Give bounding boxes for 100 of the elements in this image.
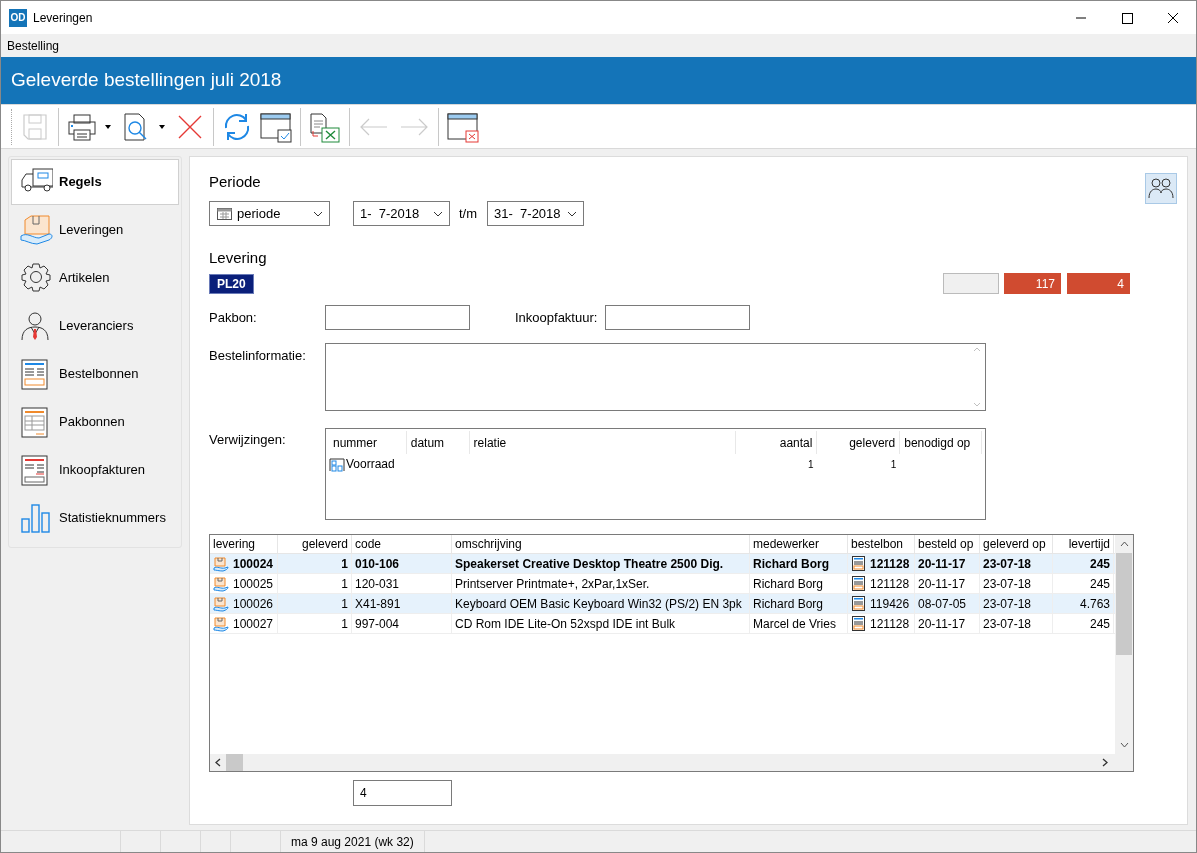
field-label: Bestelinformatie:	[209, 347, 307, 365]
people-icon[interactable]	[1145, 173, 1177, 204]
table-cell-text: Marcel de Vries	[753, 615, 836, 633]
document-icon	[851, 595, 866, 612]
document-icon	[851, 575, 866, 592]
table-cell-text: 121128	[870, 555, 910, 573]
table-cell-text: 121128	[870, 615, 910, 633]
table-cell-text: 1	[341, 555, 348, 573]
field-label: Verwijzingen:	[209, 431, 287, 449]
column-header[interactable]: bestelbon	[848, 535, 915, 553]
table-row[interactable]: 100024 1 010-106 Speakerset Creative Desktop Theatre 2500 Dig. Richard Borg 121128 20-11-17 23-07-18 245	[210, 554, 1115, 574]
package-hand-icon	[19, 214, 53, 246]
field-label: Pakbon:	[209, 308, 258, 327]
window-check-icon[interactable]	[259, 110, 293, 143]
column-header[interactable]: benodigd op	[900, 431, 982, 454]
sidebar-item[interactable]: Bestelbonnen	[11, 351, 179, 397]
column-header[interactable]: datum	[406, 431, 470, 454]
table-cell-text: 1	[341, 575, 348, 593]
status-date: ma 9 aug 2021 (wk 32)	[281, 831, 425, 852]
table-cell-text: 23-07-18	[983, 555, 1032, 573]
table-cell-text: 997-004	[355, 615, 400, 633]
table-cell-text: 4.763	[1079, 595, 1110, 613]
table-cell-text: 08-07-05	[918, 595, 967, 613]
gear-icon	[19, 262, 53, 294]
table-cell-text: 23-07-18	[983, 575, 1032, 593]
table-row[interactable]: 100026 1 X41-891 Keyboard OEM Basic Keyboard Win32 (PS/2) EN 3pk Richard Borg 119426 08-07-05 23-07-18 4.763	[210, 594, 1115, 614]
delivery-icon	[213, 575, 229, 592]
sidebar-item[interactable]: Artikelen	[11, 255, 179, 301]
table-cell-text: 119426	[870, 595, 910, 613]
table-cell-text: 1	[341, 615, 348, 633]
chevron-down-icon	[433, 210, 443, 217]
table-cell-text: 1	[341, 595, 348, 613]
column-header[interactable]: geleverd	[817, 431, 901, 454]
column-header[interactable]: code	[352, 535, 452, 553]
table-cell-text: 245	[1089, 555, 1110, 573]
delivery-code-badge: PL20	[209, 273, 254, 294]
table-cell-text: Voorraad	[346, 456, 395, 473]
sidebar-item[interactable]: Regels	[11, 159, 179, 205]
dropdown[interactable]: 1- 7-2018	[353, 201, 450, 226]
column-header[interactable]: medewerker	[750, 535, 848, 553]
sidebar-item[interactable]: Inkoopfakturen	[11, 447, 179, 493]
table-cell-text: 1	[890, 457, 897, 472]
total-field[interactable]: 4	[353, 780, 452, 806]
section-heading: Periode	[209, 172, 262, 192]
table-cell-text: 23-07-18	[983, 595, 1032, 613]
table-cell-text: 245	[1089, 615, 1110, 633]
document-icon	[851, 615, 866, 632]
table-cell-text: 20-11-17	[918, 555, 966, 573]
counter-badge: 4	[1067, 273, 1130, 294]
column-header[interactable]: aantal	[735, 431, 818, 454]
table-cell-text: 100024	[233, 555, 274, 573]
table-cell-text: 100025	[233, 575, 274, 593]
delivery-icon	[213, 615, 229, 632]
column-header[interactable]: nummer	[329, 431, 407, 454]
scroll-thumb[interactable]	[1116, 553, 1132, 655]
table-cell-text: Richard Borg	[753, 595, 824, 613]
table-cell-text: Speakerset Creative Desktop Theatre 2500 Dig.	[455, 555, 724, 573]
column-header[interactable]: geleverd op	[980, 535, 1053, 553]
scroll-thumb[interactable]	[226, 754, 243, 771]
vertical-scrollbar[interactable]	[1115, 535, 1133, 754]
chevron-down-icon	[313, 210, 323, 217]
column-header[interactable]: levertijd	[1053, 535, 1114, 553]
delivery-icon	[213, 595, 229, 612]
table-cell-text: 120-031	[355, 575, 400, 593]
bar-chart-icon	[19, 502, 53, 534]
table-row[interactable]: 100027 1 997-004 CD Rom IDE Lite-On 52xspd IDE int Bulk Marcel de Vries 121128 20-11-17 23-07-18 245	[210, 614, 1115, 634]
input-field[interactable]	[325, 305, 470, 330]
range-separator: t/m	[459, 204, 478, 223]
dropdown[interactable]: periode	[209, 201, 330, 226]
table-cell-text: 100026	[233, 595, 274, 613]
export-excel-icon[interactable]	[308, 110, 342, 143]
app-logo: OD	[9, 8, 27, 27]
table-cell-text: Richard Borg	[753, 555, 829, 573]
close-window-icon[interactable]	[446, 110, 480, 143]
table-cell-text: 121128	[870, 575, 910, 593]
column-header[interactable]: besteld op	[915, 535, 980, 553]
sidebar-item[interactable]: Statistieknummers	[11, 495, 179, 541]
table-cell-text: 010-106	[355, 555, 400, 573]
horizontal-scrollbar[interactable]	[210, 754, 1133, 771]
section-heading: Levering	[209, 248, 268, 268]
table-cell-text: 20-11-17	[918, 575, 966, 593]
table-row[interactable]: 100025 1 120-031 Printserver Printmate+, 2xPar,1xSer. Richard Borg 121128 20-11-17 23-07-18 245	[210, 574, 1115, 594]
dropdown[interactable]: 31- 7-2018	[487, 201, 585, 226]
column-header[interactable]: geleverd	[278, 535, 352, 553]
input-field[interactable]	[605, 305, 750, 330]
sidebar-item[interactable]: Leveranciers	[11, 303, 179, 349]
table-cell-text: Richard Borg	[753, 575, 824, 593]
table-cell-text: 23-07-18	[983, 615, 1032, 633]
menu-item[interactable]: Bestelling	[1, 36, 66, 55]
column-header[interactable]: relatie	[469, 431, 736, 454]
column-header[interactable]: levering	[210, 535, 278, 553]
table-cell-text: Printserver Printmate+, 2xPar,1xSer.	[455, 575, 650, 593]
document-icon	[851, 555, 866, 572]
column-header[interactable]: omschrijving	[452, 535, 750, 553]
chevron-down-icon	[567, 210, 578, 217]
sidebar-item[interactable]: Pakbonnen	[11, 399, 179, 445]
counter-badge: 117	[1004, 273, 1061, 294]
field-label: Inkoopfaktuur:	[515, 308, 599, 327]
sidebar-item[interactable]: Leveringen	[11, 207, 179, 253]
table-cell-text: 100027	[233, 615, 274, 633]
